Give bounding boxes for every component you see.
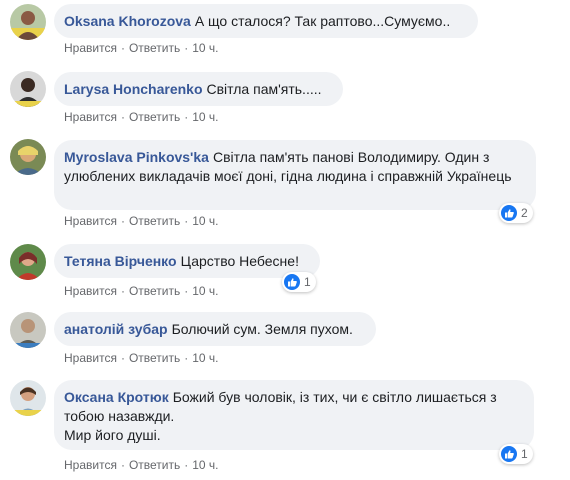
comment-bubble: анатолій зубар Болючий сум. Земля пухом. — [54, 312, 376, 346]
comment-bubble: Оксана Кротюк Божий був чоловік, із тих, … — [54, 380, 534, 450]
reply-button[interactable]: Ответить — [129, 110, 180, 124]
reaction-count[interactable]: 1 — [282, 272, 316, 292]
comment-author[interactable]: анатолій зубар — [64, 321, 168, 337]
comment-author[interactable]: Larysa Honcharenko — [64, 81, 203, 97]
comment-timestamp[interactable]: 10 ч. — [192, 41, 218, 55]
comment-bubble: Oksana Khorozova А що сталося? Так раптов… — [54, 4, 478, 38]
reply-button[interactable]: Ответить — [129, 214, 180, 228]
comment-actions: Нравится · Ответить · 10 ч. — [64, 284, 219, 298]
comment-bubble: Myroslava Pinkovs'ka Світла пам'ять панов… — [54, 140, 536, 210]
like-button[interactable]: Нравится — [64, 110, 117, 124]
comment-text: Світла пам'ять..... — [206, 81, 322, 97]
comment-timestamp[interactable]: 10 ч. — [192, 284, 218, 298]
like-icon — [501, 205, 517, 221]
avatar[interactable] — [10, 4, 46, 40]
comment-text: А що сталося? Так раптово...Сумуємо.. — [194, 13, 451, 29]
comment-text: Царство Небесне! — [180, 253, 299, 269]
avatar[interactable] — [10, 244, 46, 280]
comment-bubble: Тетяна Вірченко Царство Небесне! — [54, 244, 320, 278]
reaction-count-value: 1 — [304, 275, 311, 289]
comment-bubble: Larysa Honcharenko Світла пам'ять..... — [54, 72, 343, 106]
avatar[interactable] — [10, 139, 46, 175]
like-button[interactable]: Нравится — [64, 284, 117, 298]
comment-timestamp[interactable]: 10 ч. — [192, 351, 218, 365]
like-icon — [501, 446, 517, 462]
reaction-count-value: 1 — [521, 447, 528, 461]
comment-actions: Нравится · Ответить · 10 ч. — [64, 214, 219, 228]
comment-actions: Нравится · Ответить · 10 ч. — [64, 351, 219, 365]
reaction-count[interactable]: 2 — [499, 203, 533, 223]
comment-actions: Нравится · Ответить · 10 ч. — [64, 41, 219, 55]
comment-timestamp[interactable]: 10 ч. — [192, 110, 218, 124]
avatar[interactable] — [10, 380, 46, 416]
comment-text: Болючий сум. Земля пухом. — [171, 321, 353, 337]
avatar[interactable] — [10, 312, 46, 348]
comment-actions: Нравится · Ответить · 10 ч. — [64, 458, 219, 472]
like-button[interactable]: Нравится — [64, 41, 117, 55]
avatar[interactable] — [10, 71, 46, 107]
comment-author[interactable]: Оксана Кротюк — [64, 389, 169, 405]
reply-button[interactable]: Ответить — [129, 351, 180, 365]
like-button[interactable]: Нравится — [64, 458, 117, 472]
comment-author[interactable]: Myroslava Pinkovs'ka — [64, 149, 209, 165]
comment-actions: Нравится · Ответить · 10 ч. — [64, 110, 219, 124]
reaction-count-value: 2 — [521, 206, 528, 220]
comment-author[interactable]: Тетяна Вірченко — [64, 253, 177, 269]
like-button[interactable]: Нравится — [64, 351, 117, 365]
like-icon — [284, 274, 300, 290]
comment-timestamp[interactable]: 10 ч. — [192, 458, 218, 472]
comment-author[interactable]: Oksana Khorozova — [64, 13, 191, 29]
reaction-count[interactable]: 1 — [499, 444, 533, 464]
reply-button[interactable]: Ответить — [129, 458, 180, 472]
comment-timestamp[interactable]: 10 ч. — [192, 214, 218, 228]
reply-button[interactable]: Ответить — [129, 284, 180, 298]
like-button[interactable]: Нравится — [64, 214, 117, 228]
reply-button[interactable]: Ответить — [129, 41, 180, 55]
